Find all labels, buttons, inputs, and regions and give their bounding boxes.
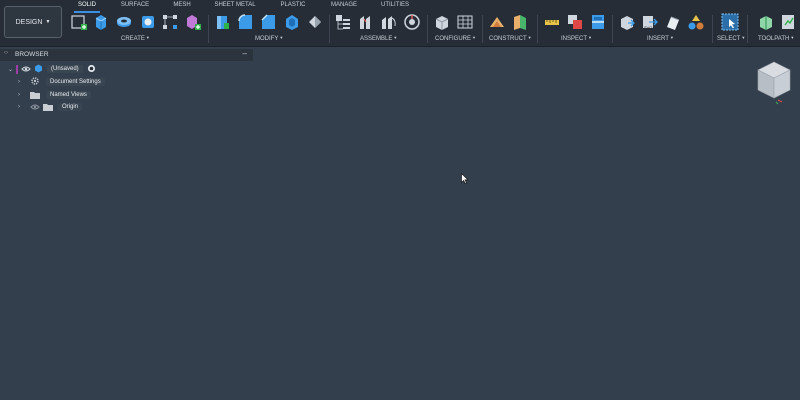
inspect-menu[interactable]: INSPECT▼ bbox=[561, 35, 592, 42]
folder-icon bbox=[43, 98, 53, 116]
chevron-down-icon: ▼ bbox=[45, 19, 51, 25]
chamfer-icon[interactable] bbox=[259, 13, 277, 31]
mouse-cursor-icon bbox=[461, 171, 469, 184]
tree-item-origin[interactable]: › Origin bbox=[18, 102, 83, 112]
configure-menu[interactable]: CONFIGURE▼ bbox=[435, 35, 476, 42]
insert-svg-icon[interactable] bbox=[687, 13, 705, 31]
tab-utilities[interactable]: UTILITIES bbox=[378, 2, 412, 11]
tab-surface[interactable]: SURFACE bbox=[118, 2, 152, 11]
insert-mesh-icon[interactable]: SVG bbox=[641, 13, 659, 31]
active-radio-icon[interactable] bbox=[87, 60, 96, 78]
fillet-icon[interactable] bbox=[236, 13, 254, 31]
browser-title: BROWSER bbox=[15, 51, 49, 58]
toolpath-icon[interactable] bbox=[757, 13, 775, 31]
toolpath-menu[interactable]: TOOLPATH▼ bbox=[758, 35, 794, 42]
select-menu[interactable]: SELECT▼ bbox=[717, 35, 745, 42]
plane-at-angle-icon[interactable] bbox=[511, 13, 529, 31]
construct-menu[interactable]: CONSTRUCT▼ bbox=[489, 35, 532, 42]
tab-sheet-metal[interactable]: SHEET METAL bbox=[212, 2, 258, 11]
chevron-right-icon[interactable]: › bbox=[18, 79, 26, 85]
group-divider bbox=[612, 15, 613, 43]
motion-icon[interactable] bbox=[403, 13, 421, 31]
tab-mesh[interactable]: MESH bbox=[170, 2, 194, 11]
group-divider bbox=[208, 15, 209, 43]
collapse-icon[interactable]: – bbox=[243, 49, 247, 58]
group-divider bbox=[482, 15, 483, 43]
insert-derive-icon[interactable] bbox=[618, 13, 636, 31]
active-marker bbox=[16, 64, 18, 74]
modify-menu[interactable]: MODIFY▼ bbox=[255, 35, 283, 42]
svg-text:SVG: SVG bbox=[644, 25, 652, 30]
tab-manage[interactable]: MANAGE bbox=[328, 2, 360, 11]
panel-grip-icon[interactable]: ‹› bbox=[4, 50, 8, 56]
tab-plastic[interactable]: PLASTIC bbox=[278, 2, 308, 11]
as-built-joint-icon[interactable] bbox=[380, 13, 398, 31]
group-divider bbox=[427, 15, 428, 43]
extrude-icon[interactable] bbox=[92, 13, 110, 31]
configure-icon[interactable] bbox=[433, 13, 451, 31]
workspace-switcher[interactable]: DESIGN ▼ bbox=[4, 6, 62, 38]
measure-icon[interactable] bbox=[543, 13, 561, 31]
chevron-down-icon[interactable]: ⌄ bbox=[8, 66, 16, 73]
group-divider bbox=[537, 15, 538, 43]
select-icon[interactable] bbox=[721, 13, 739, 31]
chevron-right-icon[interactable]: › bbox=[18, 104, 26, 110]
section-analysis-icon[interactable] bbox=[589, 13, 607, 31]
combine-icon[interactable] bbox=[306, 13, 324, 31]
tree-item-named-views[interactable]: › Named Views bbox=[18, 90, 91, 100]
view-cube[interactable] bbox=[750, 56, 798, 106]
workspace-label: DESIGN bbox=[15, 18, 43, 26]
create-menu[interactable]: CREATE▼ bbox=[121, 35, 150, 42]
eye-hidden-icon[interactable] bbox=[30, 98, 40, 116]
chevron-right-icon[interactable]: › bbox=[18, 92, 26, 98]
revolve-icon[interactable] bbox=[115, 13, 133, 31]
group-divider bbox=[329, 15, 330, 43]
shell-icon[interactable] bbox=[283, 13, 301, 31]
group-divider bbox=[747, 15, 748, 43]
offset-plane-icon[interactable] bbox=[488, 13, 506, 31]
press-pull-icon[interactable] bbox=[213, 13, 231, 31]
toolbar: DESIGN ▼ SOLID SURFACE MESH SHEET METAL … bbox=[0, 0, 800, 47]
pattern-icon[interactable] bbox=[161, 13, 179, 31]
tree-root[interactable]: ⌄ (Unsaved) bbox=[8, 64, 96, 74]
group-divider bbox=[712, 15, 713, 43]
assemble-menu[interactable]: ASSEMBLE▼ bbox=[360, 35, 397, 42]
table-icon[interactable] bbox=[456, 13, 474, 31]
tab-solid[interactable]: SOLID bbox=[74, 2, 100, 11]
sketch-icon[interactable] bbox=[70, 13, 88, 31]
decal-icon[interactable] bbox=[664, 13, 682, 31]
tree-item-label: Document Settings bbox=[46, 78, 105, 86]
new-component-icon[interactable] bbox=[334, 13, 352, 31]
tree-item-label: Origin bbox=[58, 103, 83, 111]
insert-menu[interactable]: INSERT▼ bbox=[647, 35, 674, 42]
joint-icon[interactable] bbox=[357, 13, 375, 31]
interference-icon[interactable] bbox=[566, 13, 584, 31]
toolpath-simulate-icon[interactable] bbox=[780, 13, 798, 31]
root-label: (Unsaved) bbox=[47, 65, 83, 73]
new-component-icon[interactable] bbox=[184, 13, 202, 31]
hole-icon[interactable] bbox=[139, 13, 157, 31]
